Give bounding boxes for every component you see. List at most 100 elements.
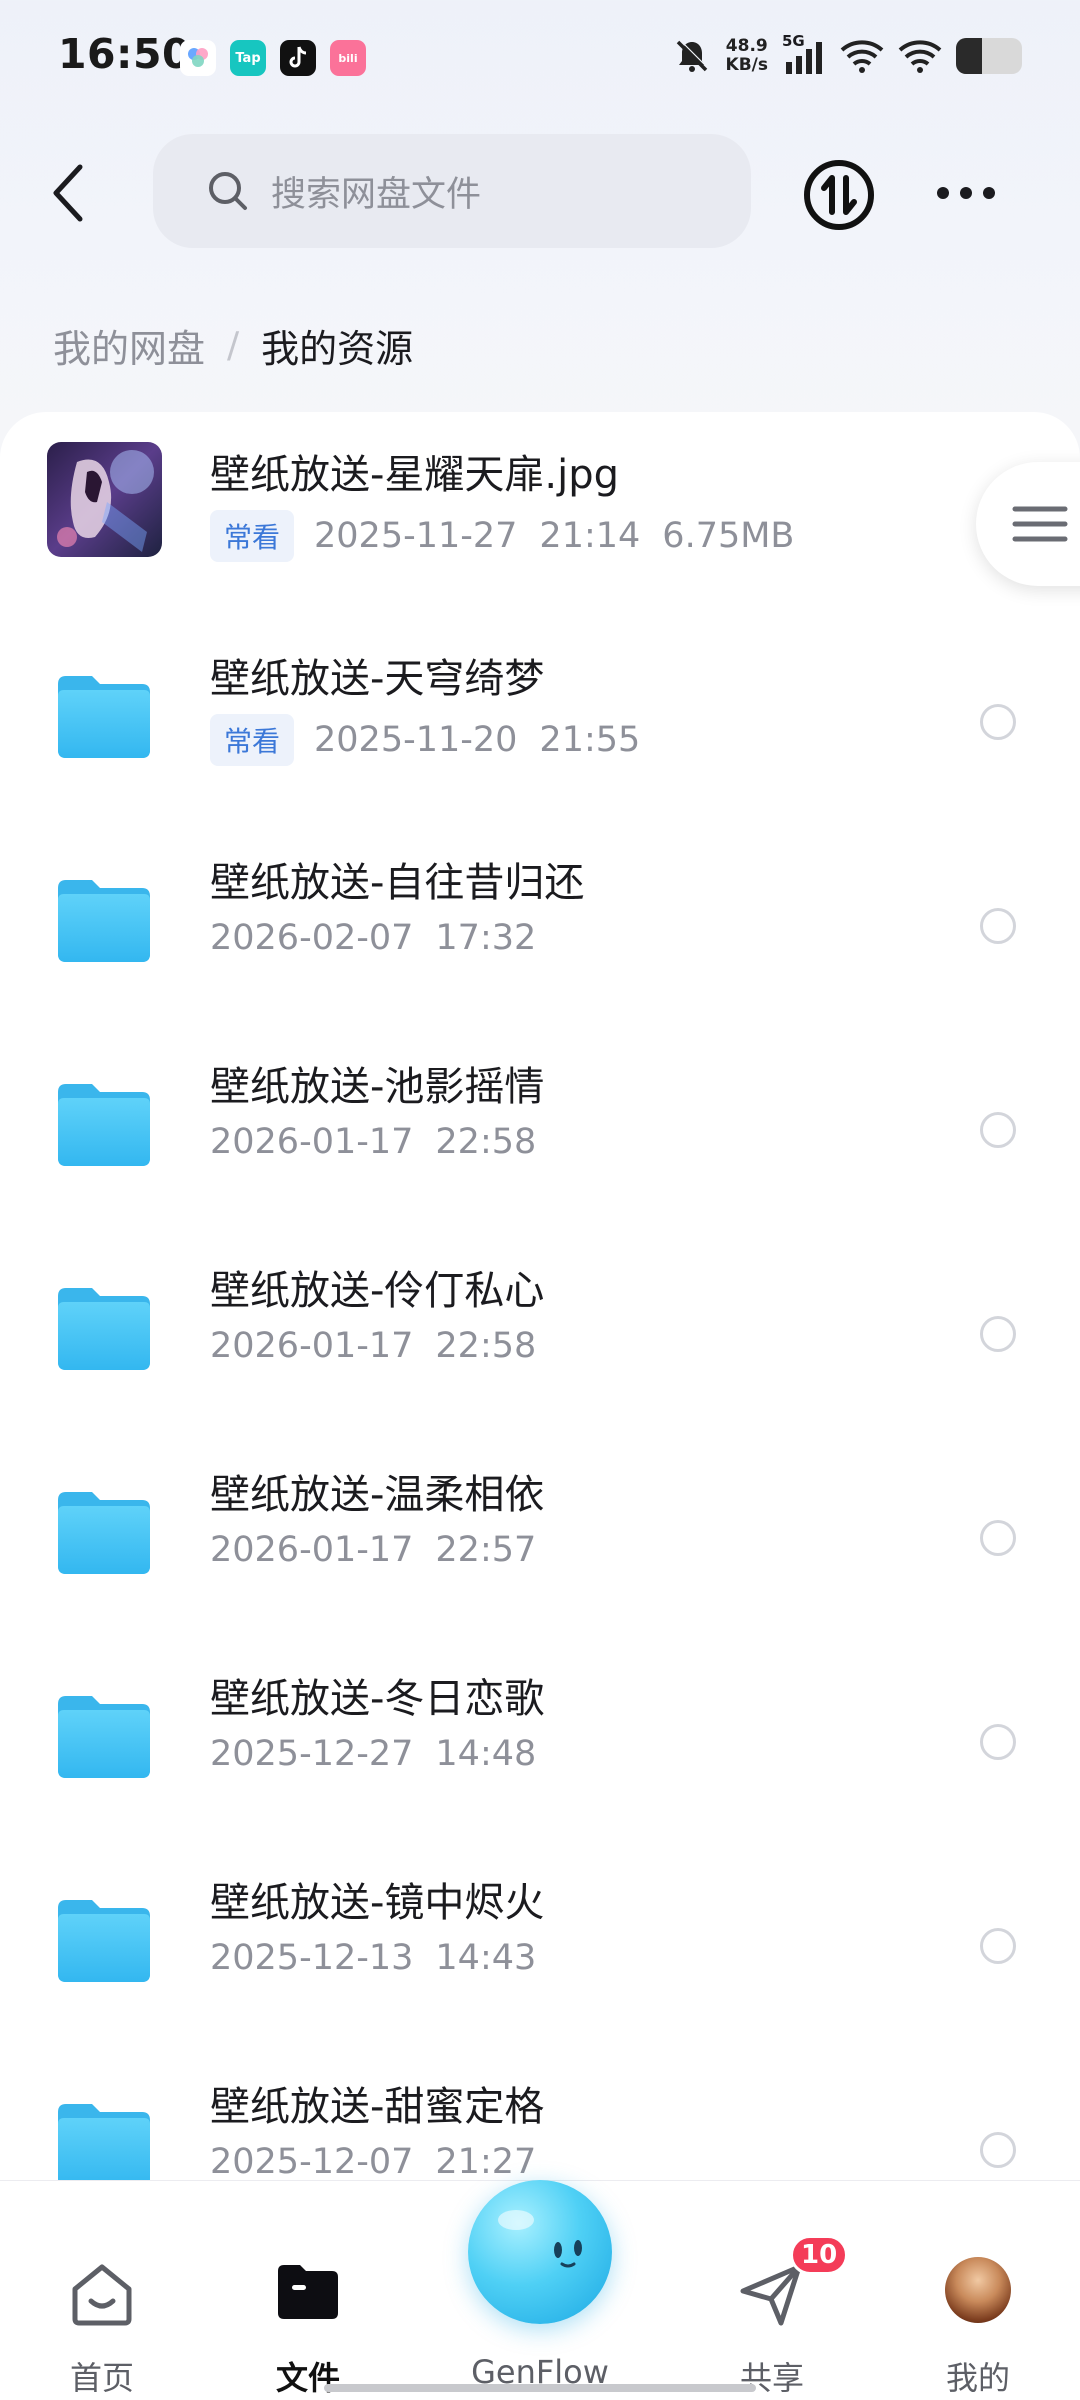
select-checkbox[interactable] bbox=[980, 1520, 1016, 1556]
nav-mine-label: 我的 bbox=[945, 2359, 1010, 2397]
breadcrumb-root[interactable]: 我的网盘 bbox=[53, 318, 205, 373]
nav-home[interactable]: 首页 bbox=[22, 2181, 182, 2400]
file-name: 壁纸放送-池影摇情 bbox=[210, 1064, 545, 1110]
files-folder-icon bbox=[278, 2265, 338, 2319]
nav-mine[interactable]: 我的 bbox=[898, 2181, 1058, 2400]
file-time: 22:57 bbox=[435, 1530, 537, 1570]
nav-files-label: 文件 bbox=[275, 2359, 340, 2397]
folder-icon bbox=[58, 1900, 150, 1982]
file-date: 2025-12-07 bbox=[210, 2142, 414, 2182]
select-checkbox[interactable] bbox=[980, 2132, 1016, 2168]
wifi-icon-secondary bbox=[898, 40, 942, 73]
frequent-tag: 常看 bbox=[210, 714, 295, 766]
file-time: 21:14 bbox=[539, 516, 641, 556]
select-checkbox[interactable] bbox=[980, 1928, 1016, 1964]
file-date: 2025-11-27 bbox=[314, 516, 518, 556]
file-list: 壁纸放送-星耀天扉.jpg 常看 2025-11-27 21:14 6.75MB 壁纸放送… bbox=[0, 412, 1080, 2400]
file-name: 壁纸放送-甜蜜定格 bbox=[210, 2084, 545, 2130]
file-row[interactable]: 壁纸放送-天穹绮梦常看 2025-11-20 21:55 bbox=[0, 616, 1080, 820]
file-date: 2025-12-27 bbox=[210, 1734, 414, 1774]
mute-bell-icon bbox=[676, 39, 708, 72]
transfer-button[interactable] bbox=[802, 158, 876, 232]
file-name: 壁纸放送-自往昔归还 bbox=[210, 860, 585, 906]
file-meta: 2025-12-13 14:43 bbox=[210, 1938, 536, 1978]
file-meta: 2025-12-07 21:27 bbox=[210, 2142, 536, 2182]
file-meta: 2026-01-17 22:58 bbox=[210, 1122, 536, 1162]
net-speed-value: 48.9 bbox=[725, 36, 768, 56]
folder-icon bbox=[58, 676, 150, 758]
file-meta: 2026-01-17 22:58 bbox=[210, 1326, 536, 1366]
file-time: 21:27 bbox=[435, 2142, 537, 2182]
file-name: 壁纸放送-温柔相依 bbox=[210, 1472, 545, 1518]
top-bar: 搜索网盘文件 bbox=[0, 128, 1080, 258]
home-indicator[interactable] bbox=[324, 2384, 756, 2392]
file-meta: 2026-01-17 22:57 bbox=[210, 1530, 536, 1570]
file-row[interactable]: 壁纸放送-池影摇情 2026-01-17 22:58 bbox=[0, 1024, 1080, 1228]
file-time: 14:43 bbox=[435, 1938, 537, 1978]
genflow-mascot-button[interactable] bbox=[468, 2180, 612, 2324]
search-input[interactable]: 搜索网盘文件 bbox=[153, 134, 751, 248]
file-name: 壁纸放送-星耀天扉.jpg bbox=[210, 452, 620, 498]
folder-icon bbox=[58, 2104, 150, 2186]
folder-icon bbox=[58, 1696, 150, 1778]
file-time: 21:55 bbox=[539, 720, 641, 760]
menu-lines-icon bbox=[1012, 506, 1068, 542]
tiktok-app-icon bbox=[280, 40, 316, 76]
file-meta: 2026-02-07 17:32 bbox=[210, 918, 536, 958]
folder-icon bbox=[58, 1084, 150, 1166]
file-meta: 常看 2025-11-27 21:14 6.75MB bbox=[210, 510, 794, 562]
file-meta: 2025-12-27 14:48 bbox=[210, 1734, 536, 1774]
wifi-icon bbox=[840, 40, 884, 73]
folder-icon bbox=[58, 880, 150, 962]
cellular-signal-icon: 5G bbox=[782, 32, 826, 76]
search-placeholder: 搜索网盘文件 bbox=[271, 174, 482, 215]
avatar bbox=[945, 2257, 1011, 2323]
file-time: 14:48 bbox=[435, 1734, 537, 1774]
more-dots-icon bbox=[937, 187, 995, 199]
search-icon bbox=[209, 172, 247, 210]
select-checkbox[interactable] bbox=[980, 704, 1016, 740]
file-date: 2025-12-13 bbox=[210, 1938, 414, 1978]
file-date: 2026-02-07 bbox=[210, 918, 414, 958]
transfer-sync-icon bbox=[804, 160, 874, 230]
select-checkbox[interactable] bbox=[980, 1724, 1016, 1760]
file-row[interactable]: 壁纸放送-温柔相依 2026-01-17 22:57 bbox=[0, 1432, 1080, 1636]
breadcrumb: 我的网盘 / 我的资源 bbox=[53, 318, 413, 373]
select-checkbox[interactable] bbox=[980, 908, 1016, 944]
status-bar: 16:50 Tap bili 48.9 KB/s 5G bbox=[0, 0, 1080, 116]
select-checkbox[interactable] bbox=[980, 1112, 1016, 1148]
file-time: 22:58 bbox=[435, 1122, 537, 1162]
select-checkbox[interactable] bbox=[980, 1316, 1016, 1352]
folder-icon bbox=[58, 1288, 150, 1370]
file-row[interactable]: 壁纸放送-星耀天扉.jpg 常看 2025-11-27 21:14 6.75MB bbox=[0, 412, 1080, 616]
file-time: 22:58 bbox=[435, 1326, 537, 1366]
file-name: 壁纸放送-镜中烬火 bbox=[210, 1880, 545, 1926]
bilibili-app-icon: bili bbox=[330, 40, 366, 76]
net-speed: 48.9 KB/s bbox=[726, 37, 768, 75]
status-time: 16:50 bbox=[58, 30, 192, 78]
file-date: 2026-01-17 bbox=[210, 1326, 414, 1366]
status-indicators: 48.9 KB/s 5G bbox=[672, 32, 1022, 76]
file-meta: 常看 2025-11-20 21:55 bbox=[210, 714, 640, 766]
bilibili-label: bili bbox=[338, 51, 358, 65]
home-icon bbox=[72, 2264, 132, 2326]
nav-share-label: 共享 bbox=[739, 2359, 804, 2397]
file-name: 壁纸放送-天穹绮梦 bbox=[210, 656, 545, 702]
back-button[interactable] bbox=[38, 158, 98, 228]
file-row[interactable]: 壁纸放送-自往昔归还 2026-02-07 17:32 bbox=[0, 820, 1080, 1024]
nav-share[interactable]: 共享 bbox=[692, 2181, 852, 2400]
chevron-left-icon bbox=[53, 164, 83, 222]
battery-icon bbox=[956, 38, 1022, 74]
net-speed-unit: KB/s bbox=[725, 55, 768, 75]
file-name: 壁纸放送-冬日恋歌 bbox=[210, 1676, 545, 1722]
nav-files[interactable]: 文件 bbox=[228, 2181, 388, 2400]
genflow-face-icon bbox=[498, 2210, 582, 2268]
pinwheel-app-icon bbox=[180, 40, 216, 76]
more-options-button[interactable] bbox=[928, 168, 1004, 218]
image-thumbnail bbox=[47, 442, 162, 557]
file-row[interactable]: 壁纸放送-伶仃私心 2026-01-17 22:58 bbox=[0, 1228, 1080, 1432]
paper-plane-icon bbox=[740, 2264, 802, 2326]
file-row[interactable]: 壁纸放送-镜中烬火 2025-12-13 14:43 bbox=[0, 1840, 1080, 2044]
file-date: 2025-11-20 bbox=[314, 720, 518, 760]
file-row[interactable]: 壁纸放送-冬日恋歌 2025-12-27 14:48 bbox=[0, 1636, 1080, 1840]
